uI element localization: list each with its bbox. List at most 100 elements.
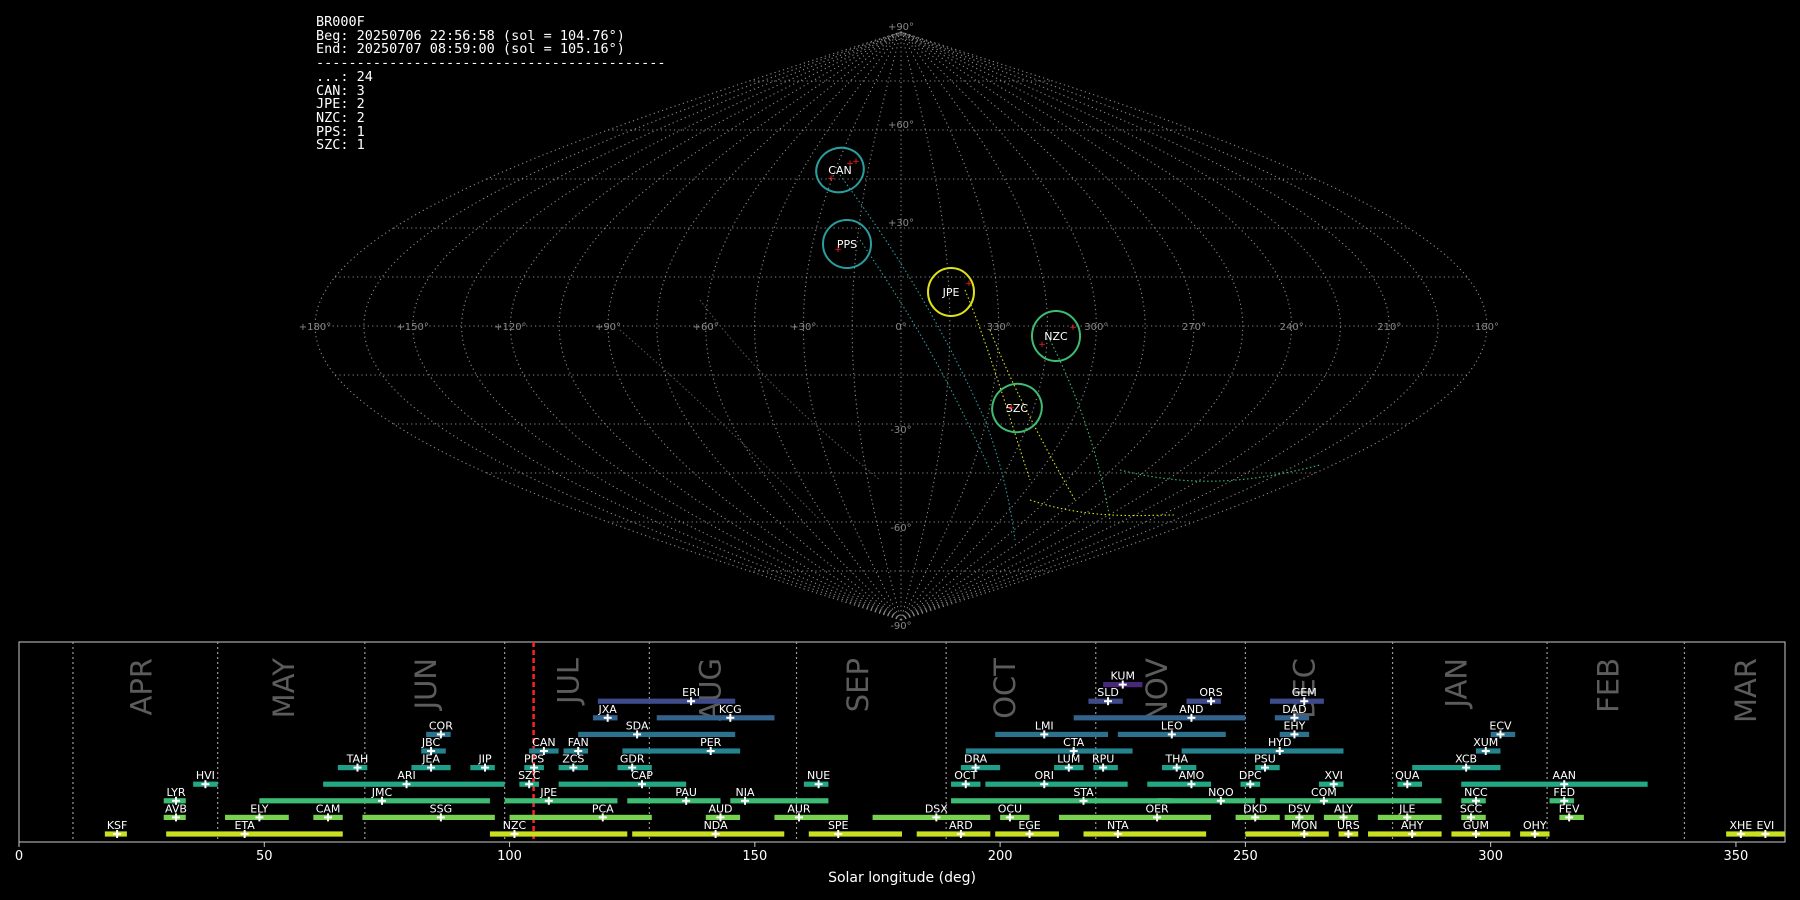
shower-code-label: SSG [430, 802, 453, 815]
shower-code-label: ORI [1034, 769, 1054, 782]
shower-bar [1181, 748, 1344, 754]
shower-timeline: APR MAY JUN JUL AUG SEP OCT NOV DEC JAN FEB MARKSF E… [15, 641, 1786, 886]
shower-code-label: AUD [708, 802, 732, 815]
x-tick-label: 300 [1478, 849, 1503, 864]
shower-bar [166, 831, 343, 837]
shower-code-label: NDA [704, 819, 729, 832]
shower-bar [509, 814, 652, 820]
shower-code-label: EGE [1018, 819, 1040, 832]
shower-code-label: SLD [1097, 686, 1119, 699]
shower-code-label: CTA [1063, 736, 1085, 749]
shower-bar-group: HVI [193, 769, 218, 789]
shower-bar-group: LYR [163, 786, 186, 805]
shower-code-label: OCT [954, 769, 977, 782]
shower-bar [323, 781, 505, 787]
shower-bar [1186, 698, 1221, 704]
x-tick-label: 100 [497, 849, 522, 864]
shower-code-label: AMO [1179, 769, 1205, 782]
shower-code-label: PAU [675, 786, 697, 799]
shower-bar-group: SCC [1460, 802, 1486, 822]
shower-code-label: HYD [1268, 736, 1291, 749]
shower-code-label: CAN [532, 736, 555, 749]
shower-bar-group: LUM [1054, 753, 1084, 772]
shower-bar [1000, 814, 1030, 820]
shower-bar-group: CAN [529, 736, 559, 755]
shower-code-label: NZC [503, 819, 527, 832]
shower-code-label: NTA [1107, 819, 1129, 832]
shower-bar [951, 798, 1172, 804]
shower-code-label: JMC [371, 786, 393, 799]
shower-code-label: HVI [196, 769, 215, 782]
shower-bar [597, 698, 736, 704]
shower-bar [1368, 831, 1442, 837]
month-label: OCT [988, 658, 1022, 719]
shower-bar-group: AVB [163, 802, 187, 822]
shower-code-label: OHY [1523, 819, 1547, 832]
shower-bar-group: PPS [524, 753, 544, 772]
month-label: MAR [1729, 658, 1763, 723]
shower-bar [960, 765, 1001, 771]
shower-code-label: ALY [1334, 802, 1353, 815]
month-label: SEP [841, 658, 875, 712]
shower-code-label: LUM [1057, 753, 1080, 766]
shower-bar [872, 814, 991, 820]
shower-code-label: ARI [397, 769, 415, 782]
shower-bar [362, 814, 495, 820]
shower-bar [774, 814, 849, 820]
shower-bar [627, 798, 721, 804]
shower-bar [1245, 831, 1329, 837]
shower-code-label: URS [1337, 819, 1360, 832]
shower-code-label: EVI [1757, 819, 1775, 832]
shower-code-label: KSF [107, 819, 128, 832]
shower-code-label: LMI [1035, 719, 1054, 732]
shower-code-label: JPE [539, 786, 557, 799]
shower-code-label: PER [700, 736, 722, 749]
shower-bar [1412, 765, 1501, 771]
shower-code-label: ERI [682, 686, 700, 699]
shower-code-label: PSU [1254, 753, 1276, 766]
shower-code-label: NCC [1464, 786, 1488, 799]
shower-code-label: JLE [1398, 802, 1415, 815]
shower-bar [1157, 798, 1256, 804]
shower-code-label: GUM [1463, 819, 1489, 832]
x-axis-label: Solar longitude (deg) [828, 870, 976, 886]
month-label: FEB [1591, 658, 1625, 713]
shower-bar-group: OHY [1520, 819, 1550, 838]
shower-bar [965, 748, 1133, 754]
shower-code-label: THA [1164, 753, 1188, 766]
shower-code-label: JXA [598, 703, 618, 716]
shower-bar [1073, 715, 1246, 721]
shower-bar [578, 731, 736, 737]
shower-code-label: XCB [1455, 753, 1477, 766]
x-tick-label: 200 [988, 849, 1013, 864]
shower-bar [1083, 831, 1207, 837]
shower-code-label: CAM [316, 802, 341, 815]
x-tick-label: 50 [256, 849, 273, 864]
shower-bar-group: OCT [951, 769, 981, 789]
shower-code-label: CAP [631, 769, 653, 782]
shower-code-label: OCU [998, 802, 1022, 815]
shower-code-label: DSX [925, 802, 948, 815]
shower-bar-group: EHY [1279, 719, 1310, 739]
x-tick-label: 150 [742, 849, 767, 864]
shower-code-label: NOO [1208, 786, 1234, 799]
shower-code-label: ARD [949, 819, 973, 832]
shower-code-label: PCA [592, 802, 614, 815]
shower-code-label: GDR [620, 753, 645, 766]
shower-bar [1461, 781, 1648, 787]
shower-code-label: KCG [719, 703, 742, 716]
shower-code-label: XVI [1325, 769, 1343, 782]
shower-code-label: NIA [736, 786, 755, 799]
shower-bar [995, 731, 1109, 737]
shower-code-label: RPU [1092, 753, 1114, 766]
shower-code-label: XHE [1729, 819, 1752, 832]
shower-code-label: PPS [524, 753, 544, 766]
shower-code-label: OER [1145, 802, 1169, 815]
shower-bar [1147, 781, 1212, 787]
shower-bar [558, 781, 687, 787]
shower-bar [656, 715, 775, 721]
x-tick-label: 250 [1233, 849, 1258, 864]
shower-code-label: LYR [166, 786, 185, 799]
shower-bar-group: FAN [563, 736, 589, 755]
shower-bar [1058, 814, 1212, 820]
